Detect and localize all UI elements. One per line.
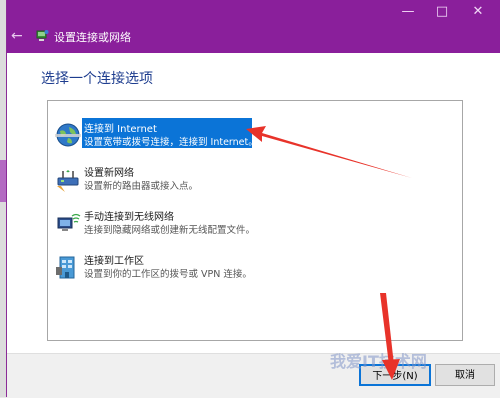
network-setup-icon: [36, 30, 49, 41]
connection-options-list: 连接到 Internet 设置宽带或拨号连接，连接到 Internet。 设置新…: [47, 100, 463, 341]
option-description: 设置宽带或拨号连接，连接到 Internet。: [84, 137, 258, 148]
dialog-window: — □ ✕ ← 设置连接或网络 选择一个连接选项 连接到 Internet 设置…: [6, 0, 500, 398]
minimize-button[interactable]: —: [393, 3, 423, 21]
close-button[interactable]: ✕: [463, 3, 493, 21]
option-title: 设置新网络: [84, 168, 134, 179]
option-description: 设置新的路由器或接入点。: [84, 181, 199, 192]
option-title: 连接到工作区: [84, 256, 144, 267]
option-setup-new-network[interactable]: 设置新网络 设置新的路由器或接入点。: [52, 162, 458, 202]
back-arrow-icon[interactable]: ←: [11, 28, 23, 44]
wireless-computer-icon: [57, 213, 81, 231]
window-title: 设置连接或网络: [54, 31, 131, 44]
maximize-button[interactable]: □: [427, 3, 457, 21]
option-description: 连接到隐藏网络或创建新无线配置文件。: [84, 225, 256, 236]
option-connect-internet[interactable]: 连接到 Internet 设置宽带或拨号连接，连接到 Internet。: [52, 118, 458, 158]
page-heading: 选择一个连接选项: [41, 71, 153, 87]
title-bar: — □ ✕ ← 设置连接或网络: [7, 0, 500, 53]
workplace-icon: [56, 256, 75, 279]
option-connect-workplace[interactable]: 连接到工作区 设置到你的工作区的拨号或 VPN 连接。: [52, 250, 458, 290]
option-manual-wireless[interactable]: 手动连接到无线网络 连接到隐藏网络或创建新无线配置文件。: [52, 206, 458, 246]
option-title: 手动连接到无线网络: [84, 212, 174, 223]
cancel-button[interactable]: 取消: [435, 364, 495, 386]
watermark-text: 我爱IT技术网: [330, 352, 427, 371]
router-icon: [57, 170, 79, 192]
option-title: 连接到 Internet: [84, 124, 157, 135]
globe-icon: [55, 123, 81, 147]
option-description: 设置到你的工作区的拨号或 VPN 连接。: [84, 269, 252, 280]
